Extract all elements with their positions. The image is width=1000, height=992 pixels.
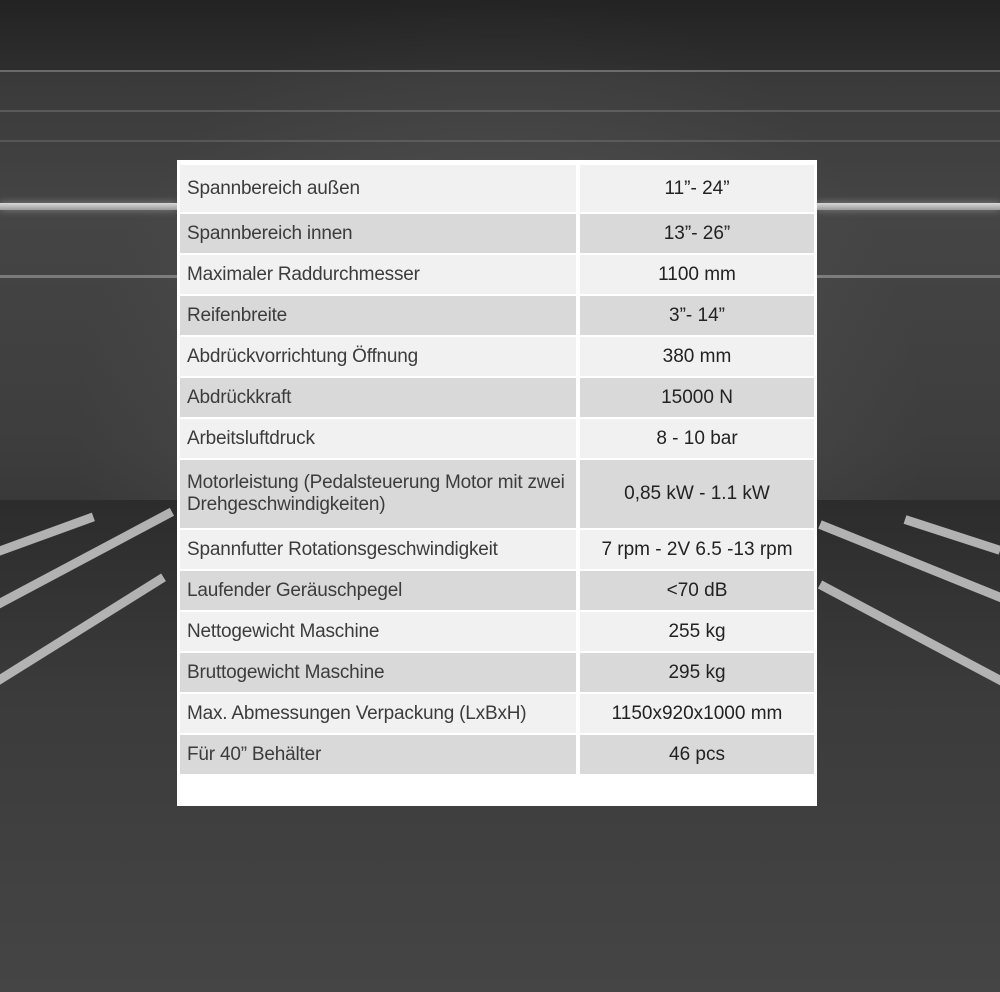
table-row: Spannbereich innen 13”- 26” (180, 214, 814, 253)
spec-value: 11”- 24” (580, 165, 814, 212)
wall-line-left (0, 275, 177, 278)
spec-label: Laufender Geräuschpegel (180, 571, 580, 610)
ceiling-shadow (0, 0, 1000, 70)
table-row: Motorleistung (Pedalsteuerung Motor mit … (180, 460, 814, 528)
table-row: Nettogewicht Maschine 255 kg (180, 612, 814, 651)
spec-value: 295 kg (580, 653, 814, 692)
spec-label: Für 40” Behälter (180, 735, 580, 774)
spec-label: Max. Abmessungen Verpackung (LxBxH) (180, 694, 580, 733)
table-row: Abdrückkraft 15000 N (180, 378, 814, 417)
spec-value: 255 kg (580, 612, 814, 651)
table-row: Maximaler Raddurchmesser 1100 mm (180, 255, 814, 294)
ceiling-beam (0, 70, 1000, 72)
wall-line-right (817, 275, 1000, 278)
ceiling-beam (0, 140, 1000, 142)
spec-label: Reifenbreite (180, 296, 580, 335)
spec-label: Bruttogewicht Maschine (180, 653, 580, 692)
ceiling-beam (0, 110, 1000, 112)
spec-value: 0,85 kW - 1.1 kW (580, 460, 814, 528)
table-row: Spannbereich außen 11”- 24” (180, 165, 814, 212)
table-row: Für 40” Behälter 46 pcs (180, 735, 814, 774)
floor-stripe (0, 512, 95, 559)
spec-value: 15000 N (580, 378, 814, 417)
spec-label: Spannbereich außen (180, 165, 580, 212)
table-row: Arbeitsluftdruck 8 - 10 bar (180, 419, 814, 458)
spec-table-panel: Spannbereich außen 11”- 24” Spannbereich i… (177, 160, 817, 806)
ceiling-light-right (817, 203, 1000, 210)
spec-label: Motorleistung (Pedalsteuerung Motor mit … (180, 460, 580, 528)
spec-table-body: Spannbereich außen 11”- 24” Spannbereich i… (180, 165, 814, 774)
spec-label: Maximaler Raddurchmesser (180, 255, 580, 294)
ceiling-light-left (0, 203, 177, 210)
spec-value: 7 rpm - 2V 6.5 -13 rpm (580, 530, 814, 569)
spec-table: Spannbereich außen 11”- 24” Spannbereich i… (180, 163, 814, 776)
spec-label: Spannbereich innen (180, 214, 580, 253)
spec-value: 1100 mm (580, 255, 814, 294)
spec-value: 8 - 10 bar (580, 419, 814, 458)
table-row: Abdrückvorrichtung Öffnung 380 mm (180, 337, 814, 376)
spec-label: Arbeitsluftdruck (180, 419, 580, 458)
floor-stripe (817, 580, 1000, 692)
spec-value: 46 pcs (580, 735, 814, 774)
spec-value: 1150x920x1000 mm (580, 694, 814, 733)
table-row: Reifenbreite 3”- 14” (180, 296, 814, 335)
table-row: Max. Abmessungen Verpackung (LxBxH) 1150x… (180, 694, 814, 733)
floor-stripe (818, 520, 1000, 604)
table-row: Laufender Geräuschpegel <70 dB (180, 571, 814, 610)
floor-stripe (0, 507, 175, 629)
spec-value: <70 dB (580, 571, 814, 610)
floor-stripe (903, 515, 1000, 555)
table-row: Bruttogewicht Maschine 295 kg (180, 653, 814, 692)
spec-label: Abdrückvorrichtung Öffnung (180, 337, 580, 376)
spec-value: 13”- 26” (580, 214, 814, 253)
spec-value: 3”- 14” (580, 296, 814, 335)
spec-value: 380 mm (580, 337, 814, 376)
spec-label: Abdrückkraft (180, 378, 580, 417)
table-row: Spannfutter Rotationsgeschwindigkeit 7 rp… (180, 530, 814, 569)
spec-label: Nettogewicht Maschine (180, 612, 580, 651)
spec-label: Spannfutter Rotationsgeschwindigkeit (180, 530, 580, 569)
